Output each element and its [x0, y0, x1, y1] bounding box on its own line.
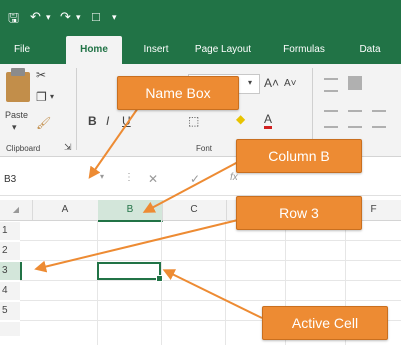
callout-row-3: Row 3: [236, 196, 362, 230]
callout-active-cell: Active Cell: [262, 306, 388, 340]
arrow-column-b: [142, 161, 239, 213]
arrow-active-cell: [162, 269, 263, 319]
callout-column-b: Column B: [236, 139, 362, 173]
callout-name-box: Name Box: [117, 76, 239, 110]
arrow-name-box: [88, 107, 139, 179]
arrow-row-3: [34, 219, 239, 273]
